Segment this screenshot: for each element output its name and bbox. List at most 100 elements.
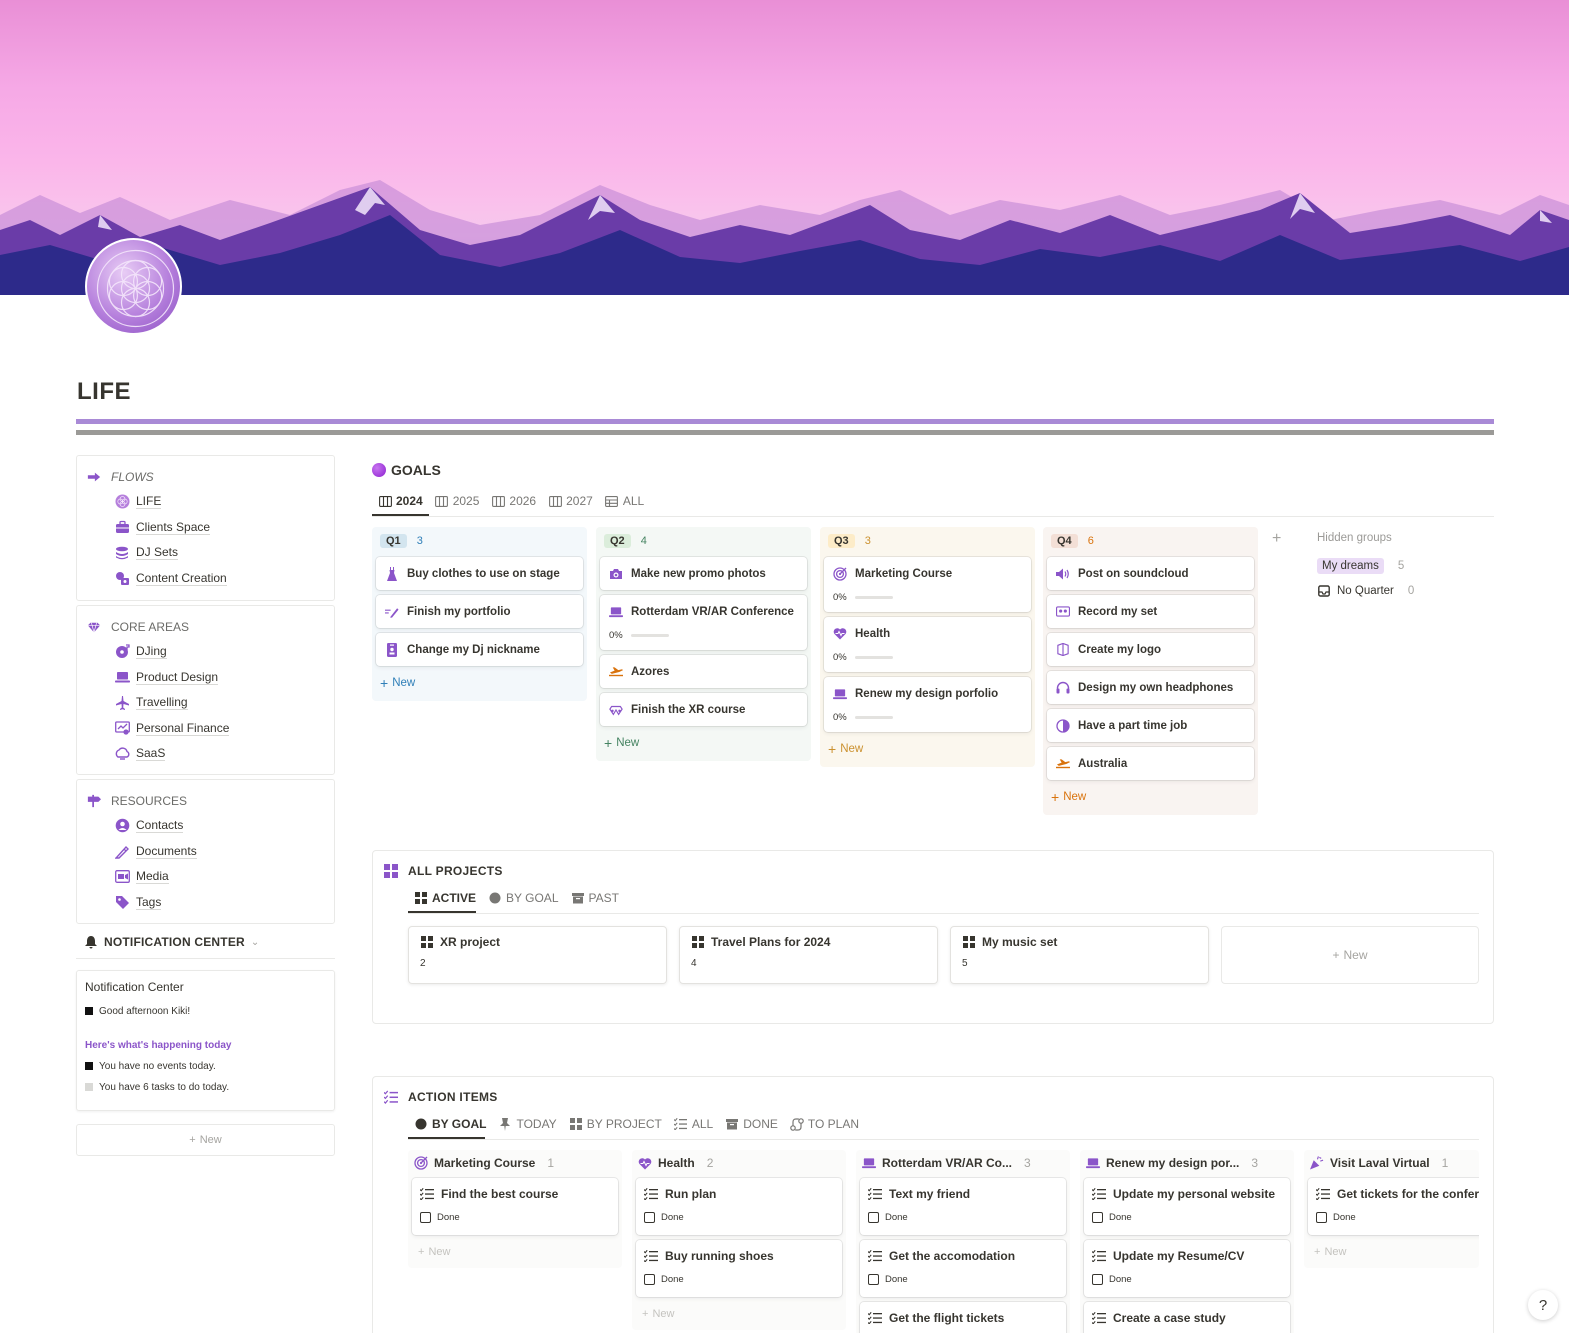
goal-column-header[interactable]: Q2 4 — [604, 532, 803, 549]
action-column-header[interactable]: Marketing Course 1 — [414, 1154, 616, 1172]
goal-card[interactable]: Make new promo photos — [600, 557, 807, 590]
action-card[interactable]: Get the accomodation Done — [860, 1240, 1066, 1297]
goal-column-new-button[interactable]: + New — [600, 731, 807, 757]
done-checkbox-row[interactable]: Done — [1316, 1212, 1479, 1223]
action-column-header[interactable]: Health 2 — [638, 1154, 840, 1172]
goal-card[interactable]: Buy clothes to use on stage — [376, 557, 583, 590]
action-card[interactable]: Create a case studyDone — [1084, 1302, 1290, 1333]
goal-card[interactable]: Rotterdam VR/AR Conference 0% — [600, 595, 807, 650]
sidebar-item-saas[interactable]: SaaS — [77, 741, 334, 767]
hidden-group-no-quarter[interactable]: No Quarter 0 — [1317, 584, 1414, 598]
action-column-new-button[interactable]: + New — [636, 1302, 842, 1326]
checkbox[interactable] — [1092, 1274, 1103, 1285]
sidebar-item-content-creation[interactable]: Content Creation — [77, 566, 334, 592]
actions-tabs-divider — [408, 1139, 1479, 1140]
goal-card[interactable]: Health 0% — [824, 617, 1031, 672]
project-card[interactable]: XR project 2 — [408, 926, 667, 984]
sidebar-item-product-design[interactable]: Product Design — [77, 665, 334, 691]
goal-column-new-button[interactable]: + New — [824, 737, 1031, 763]
goal-column-new-button[interactable]: + New — [376, 671, 583, 697]
goal-column-header[interactable]: Q1 3 — [380, 532, 579, 549]
sidebar-item-personal-finance[interactable]: Personal Finance — [77, 716, 334, 742]
sidebar-item-media[interactable]: Media — [77, 864, 334, 890]
projects-tab-by-goal[interactable]: BY GOAL — [482, 886, 564, 910]
action-card[interactable]: Get tickets for the conference Done — [1308, 1178, 1479, 1235]
actions-tab-today[interactable]: TODAY — [492, 1112, 562, 1136]
sidebar-item-clients-space[interactable]: Clients Space — [77, 515, 334, 541]
action-column-header[interactable]: Rotterdam VR/AR Co... 3 — [862, 1154, 1064, 1172]
action-card-title: Create a case study — [1113, 1311, 1226, 1325]
sidebar-new-button[interactable]: + New — [76, 1124, 335, 1156]
checkbox[interactable] — [868, 1274, 879, 1285]
sidebar-item-life[interactable]: LIFE — [77, 489, 334, 515]
checkbox[interactable] — [644, 1212, 655, 1223]
action-column-new-button[interactable]: + New — [412, 1240, 618, 1264]
sidebar-item-travelling[interactable]: Travelling — [77, 690, 334, 716]
goals-tab-2027[interactable]: 2027 — [542, 489, 599, 513]
action-card[interactable]: Update my personal website Done — [1084, 1178, 1290, 1235]
project-card[interactable]: Travel Plans for 2024 4 — [679, 926, 938, 984]
sidebar-item-tags[interactable]: Tags — [77, 890, 334, 916]
checkbox[interactable] — [1316, 1212, 1327, 1223]
action-card[interactable]: Find the best course Done — [412, 1178, 618, 1235]
actions-tab-done[interactable]: DONE — [719, 1112, 784, 1136]
goal-column-new-button[interactable]: + New — [1047, 785, 1254, 811]
checkbox[interactable] — [644, 1274, 655, 1285]
sidebar-item-djing[interactable]: DJing — [77, 639, 334, 665]
action-column-header[interactable]: Renew my design por... 3 — [1086, 1154, 1288, 1172]
projects-tab-active[interactable]: ACTIVE — [408, 886, 482, 910]
actions-tab-by-goal[interactable]: BY GOAL — [408, 1112, 492, 1136]
action-column-new-button[interactable]: + New — [1308, 1240, 1475, 1264]
help-button[interactable]: ? — [1528, 1290, 1558, 1320]
goal-column-header[interactable]: Q3 3 — [828, 532, 1027, 549]
done-checkbox-row[interactable]: Done — [868, 1274, 1058, 1285]
goals-tab-2024[interactable]: 2024 — [372, 489, 429, 513]
goal-card[interactable]: Renew my design porfolio 0% — [824, 677, 1031, 732]
goal-card[interactable]: Change my Dj nickname — [376, 633, 583, 666]
goal-card[interactable]: Record my set — [1047, 595, 1254, 628]
action-card[interactable]: Run plan Done — [636, 1178, 842, 1235]
goal-progress: 0% — [833, 712, 1022, 723]
checkbox[interactable] — [1092, 1212, 1103, 1223]
projects-tab-past[interactable]: PAST — [565, 886, 625, 910]
done-checkbox-row[interactable]: Done — [644, 1274, 834, 1285]
done-checkbox-row[interactable]: Done — [1092, 1212, 1282, 1223]
done-checkbox-row[interactable]: Done — [644, 1212, 834, 1223]
goal-card[interactable]: Design my own headphones — [1047, 671, 1254, 704]
goal-card[interactable]: Finish the XR course — [600, 693, 807, 726]
goal-card[interactable]: Australia — [1047, 747, 1254, 780]
goals-tab-2025[interactable]: 2025 — [429, 489, 486, 513]
actions-tab-to-plan[interactable]: TO PLAN — [784, 1112, 865, 1136]
sidebar-item-documents[interactable]: Documents — [77, 839, 334, 865]
sidebar-item-contacts[interactable]: Contacts — [77, 813, 334, 839]
action-card[interactable]: Text my friend Done — [860, 1178, 1066, 1235]
goal-card[interactable]: Finish my portfolio — [376, 595, 583, 628]
goals-tab-all[interactable]: ALL — [599, 489, 650, 513]
plus-icon: + — [418, 1246, 425, 1258]
action-card[interactable]: Get the flight ticketsDone — [860, 1302, 1066, 1333]
action-column-header[interactable]: Visit Laval Virtual 1 — [1310, 1154, 1473, 1172]
goal-card[interactable]: Post on soundcloud — [1047, 557, 1254, 590]
sidebar-item-dj-sets[interactable]: DJ Sets — [77, 540, 334, 566]
done-checkbox-row[interactable]: Done — [1092, 1274, 1282, 1285]
goal-card[interactable]: Have a part time job — [1047, 709, 1254, 742]
action-card[interactable]: Update my Resume/CV Done — [1084, 1240, 1290, 1297]
done-checkbox-row[interactable]: Done — [868, 1212, 1058, 1223]
checkbox[interactable] — [420, 1212, 431, 1223]
goal-card[interactable]: Create my logo — [1047, 633, 1254, 666]
actions-tab-all[interactable]: ALL — [668, 1112, 719, 1136]
goal-card[interactable]: Marketing Course 0% — [824, 557, 1031, 612]
actions-tab-by-project[interactable]: BY PROJECT — [563, 1112, 668, 1136]
done-checkbox-row[interactable]: Done — [420, 1212, 610, 1223]
project-card[interactable]: My music set 5 — [950, 926, 1209, 984]
add-group-button[interactable]: + — [1272, 530, 1281, 548]
goal-card[interactable]: Azores — [600, 655, 807, 688]
checkbox[interactable] — [868, 1212, 879, 1223]
action-card[interactable]: Buy running shoes Done — [636, 1240, 842, 1297]
page-icon-flower-of-life[interactable] — [85, 238, 182, 335]
notification-center-toggle[interactable]: NOTIFICATION CENTER ⌄ — [84, 935, 260, 949]
new-project-button[interactable]: + New — [1221, 926, 1479, 984]
goal-column-header[interactable]: Q4 6 — [1051, 532, 1250, 549]
goals-tab-2026[interactable]: 2026 — [485, 489, 542, 513]
hidden-group-my-dreams[interactable]: My dreams 5 — [1317, 558, 1404, 574]
